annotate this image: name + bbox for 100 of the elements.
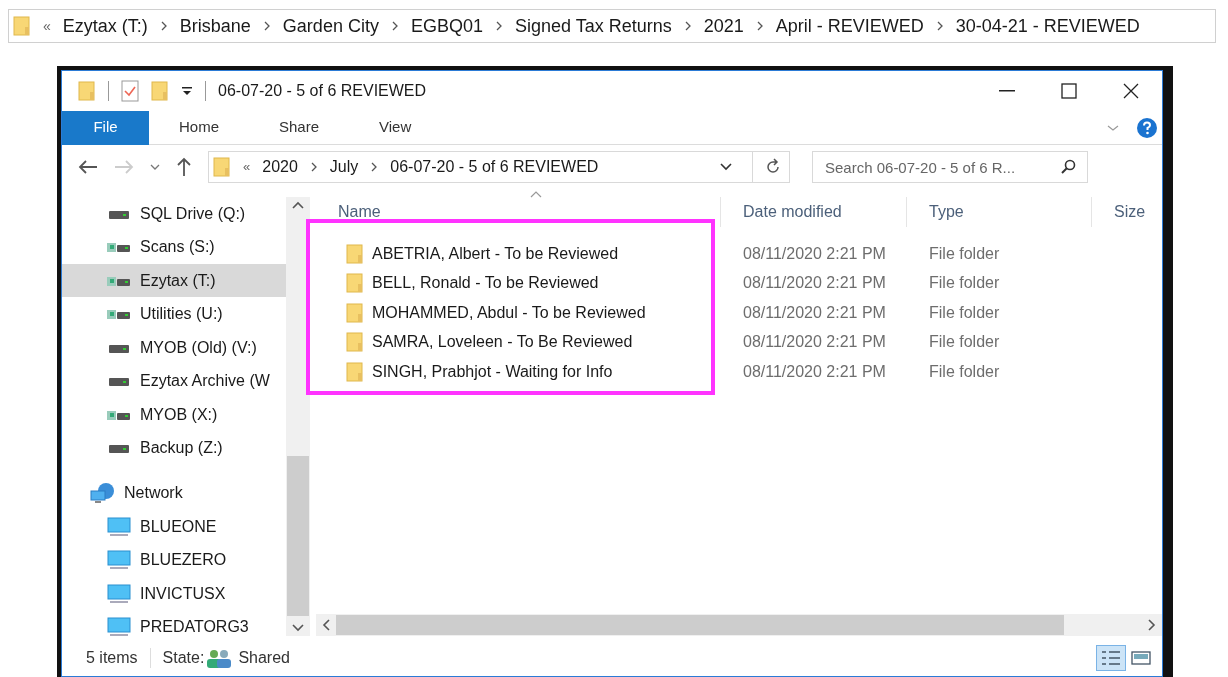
breadcrumb-item[interactable]: 2021 [703,12,744,40]
breadcrumb-item[interactable]: April - REVIEWED [775,12,924,40]
file-name: ABETRIA, Albert - To be Reviewed [372,243,619,264]
date-cell-text: 08/11/2020 2:21 PM [742,273,887,294]
ribbon-tab[interactable]: View [349,110,442,145]
vertical-scrollbar[interactable] [286,197,310,636]
nav-item[interactable]: Scans (S:) [62,230,286,264]
item-count: 5 items [86,648,138,668]
nav-item[interactable]: BLUEZERO [106,543,286,578]
file-row[interactable]: ABETRIA, Albert - To be Reviewed 08/11/2020 2:21 PM File folder [316,239,1162,269]
sort-caret-icon [530,191,542,198]
breadcrumb-item[interactable]: EGBQ01 [410,12,483,40]
type-cell-text: File folder [928,361,1001,382]
date-cell-text: 08/11/2020 2:21 PM [742,243,887,264]
scroll-thumb[interactable] [336,615,1064,635]
shared-users-icon [206,648,233,668]
recent-locations-icon[interactable] [150,163,160,171]
date-cell-text: 08/11/2020 2:21 PM [742,361,887,382]
chevron-icon [370,162,379,172]
customize-dropdown-icon[interactable] [181,85,193,97]
chevron-icon [683,21,692,31]
chevron-icon [262,21,271,31]
network-drive-icon [107,241,131,254]
nav-item[interactable]: INVICTUSX [106,577,286,611]
column-header[interactable]: Date modified [721,197,907,227]
back-arrow-icon[interactable] [78,159,98,175]
up-arrow-icon[interactable] [176,157,192,177]
nav-item[interactable]: BLUEONE [106,510,286,544]
breadcrumb-item[interactable]: 30-04-21 - REVIEWED [955,12,1140,40]
file-row[interactable]: SAMRA, Loveleen - To Be Reviewed 08/11/2020 2:21 PM File folder [316,327,1162,357]
nav-item[interactable]: SQL Drive (Q:) [62,197,286,231]
ribbon-tab[interactable]: File [62,110,149,145]
column-header[interactable]: Size [1092,197,1152,227]
breadcrumb-item[interactable]: Garden City [282,12,379,40]
breadcrumb-item[interactable]: Signed Tax Returns [514,12,672,40]
type-cell-text: File folder [928,243,1001,264]
overflow-chevrons[interactable]: « [243,157,251,177]
chevron-icon [159,21,168,31]
column-header[interactable]: Name [316,197,721,227]
details-view-button[interactable] [1096,645,1126,671]
help-icon[interactable] [1136,116,1158,139]
minimize-icon [999,90,1015,92]
refresh-icon[interactable] [765,158,781,176]
ribbon-tab[interactable]: Home [149,110,249,145]
monitor-icon [107,516,131,537]
new-folder-icon [151,81,169,101]
scroll-left-icon[interactable] [322,619,330,631]
folder-icon [346,302,364,323]
folder-icon [346,361,364,382]
file-row[interactable]: MOHAMMED, Abdul - To be Reviewed 08/11/2020 2:21 PM File folder [316,298,1162,328]
scroll-thumb[interactable] [287,456,309,616]
properties-icon[interactable] [121,80,139,102]
network-drive-icon [107,274,131,287]
horizontal-scrollbar[interactable] [316,614,1162,636]
folder-icon [13,16,31,36]
nav-item[interactable]: MYOB (X:) [62,397,286,432]
nav-item[interactable]: MYOB (Old) (V:) [62,330,286,365]
network-drive-icon [107,308,131,321]
search-field[interactable]: Search 06-07-20 - 5 of 6 R... [812,151,1088,183]
address-segment[interactable]: 2020 [262,155,298,179]
type-cell-text: File folder [928,332,1001,353]
column-header[interactable]: Type [907,197,1092,227]
drive-icon [108,375,130,388]
address-segment[interactable]: July [329,155,359,179]
network-drive-icon [107,408,131,421]
chevron-icon [755,21,764,31]
ribbon-tab[interactable]: Share [249,110,350,145]
state-label: State: [162,648,205,668]
monitor-icon [107,617,131,638]
close-icon [1123,83,1139,99]
quick-access-folder-icon [78,81,96,101]
window-title: 06-07-20 - 5 of 6 REVIEWED [218,81,427,101]
nav-item[interactable]: Backup (Z:) [62,431,286,465]
scroll-right-icon[interactable] [1148,619,1156,631]
folder-icon [213,157,231,177]
nav-item[interactable]: Ezytax (T:) [62,263,286,298]
address-segment[interactable]: 06-07-20 - 5 of 6 REVIEWED [390,155,599,179]
scroll-down-icon[interactable] [292,624,304,632]
chevron-icon [390,21,399,31]
nav-item[interactable]: Ezytax Archive (W [62,364,286,398]
chevron-icon [494,21,503,31]
file-row[interactable]: SINGH, Prabhjot - Waiting for Info 08/11/2020 2:21 PM File folder [316,357,1162,387]
search-icon[interactable] [1060,159,1076,175]
date-cell-text: 08/11/2020 2:21 PM [742,332,887,353]
nav-item[interactable]: PREDATORG3 [106,610,286,644]
dropdown-icon[interactable] [720,163,732,171]
scroll-up-icon[interactable] [292,201,304,209]
maximize-icon [1061,83,1077,99]
folder-icon [346,273,364,294]
breadcrumb-item[interactable]: Ezytax (T:) [62,12,148,40]
file-row[interactable]: BELL, Ronald - To be Reviewed 08/11/2020 2:21 PM File folder [316,268,1162,298]
date-cell-text: 08/11/2020 2:21 PM [742,302,887,323]
overflow-chevrons[interactable]: « [43,15,51,37]
breadcrumb-item[interactable]: Brisbane [179,12,251,40]
nav-item[interactable]: Network [90,476,286,511]
drive-icon [108,442,130,454]
folder-icon [346,332,364,353]
nav-item[interactable]: Utilities (U:) [62,297,286,331]
chevron-icon [935,21,944,31]
address-bar[interactable]: « 2020 July 06-07-20 - 5 of 6 REVIEWED [208,151,790,183]
